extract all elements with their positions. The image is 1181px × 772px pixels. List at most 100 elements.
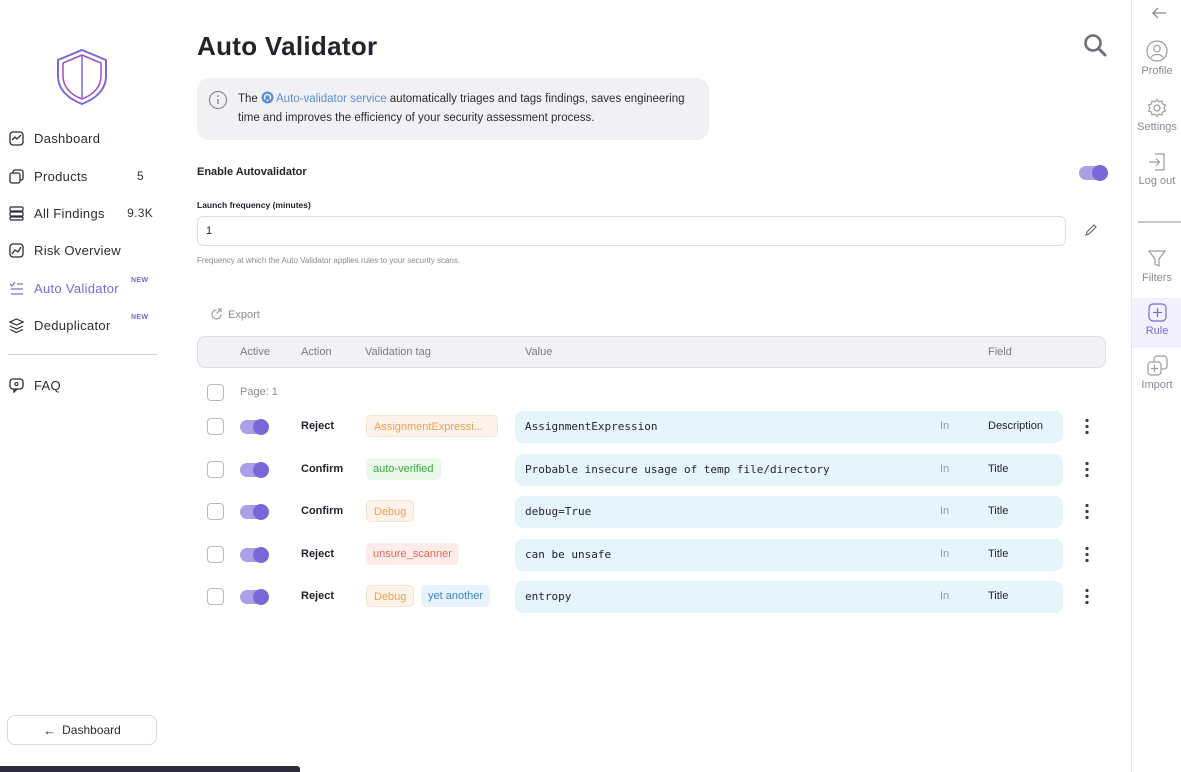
more-options-icon[interactable] <box>1081 418 1093 435</box>
export-icon <box>211 308 222 320</box>
sidebar-divider <box>8 354 157 355</box>
row-checkbox[interactable] <box>207 418 224 435</box>
rail-filters[interactable]: Filters <box>1132 249 1181 284</box>
sidebar-item-all-findings[interactable]: All Findings 9.3K <box>8 201 158 225</box>
rule-operator: In <box>940 463 950 475</box>
rail-import[interactable]: Import <box>1132 355 1181 391</box>
products-count: 5 <box>137 169 144 183</box>
enable-autovalidator-label: Enable Autovalidator <box>197 166 307 178</box>
back-to-dashboard-button[interactable]: ← Dashboard <box>7 715 157 745</box>
table-row[interactable]: Reject Debug yet another entropy In Titl… <box>197 580 1106 614</box>
arrow-left-icon: ← <box>43 722 57 738</box>
toggle-knob <box>1092 165 1108 181</box>
more-options-icon[interactable] <box>1081 546 1093 563</box>
validation-tag: Debug <box>366 500 415 522</box>
more-options-icon[interactable] <box>1081 503 1093 520</box>
rail-item-label: Profile <box>1141 65 1173 77</box>
shield-logo-icon <box>57 48 107 106</box>
findings-icon <box>8 205 24 221</box>
more-options-icon[interactable] <box>1081 588 1093 605</box>
table-row[interactable]: Confirm Debug debug=True In Title <box>197 495 1106 529</box>
rail-add-rule[interactable]: Rule <box>1132 298 1181 348</box>
row-checkbox[interactable] <box>207 546 224 563</box>
page-title: Auto Validator <box>197 31 378 61</box>
sidebar-item-dashboard[interactable]: Dashboard <box>8 126 158 150</box>
row-checkbox[interactable] <box>207 461 224 478</box>
sidebar-item-auto-validator[interactable]: Auto Validator NEW <box>8 276 158 300</box>
sidebar: Dashboard Products 5 All Findings 9.3K R… <box>0 0 300 772</box>
column-header-validation-tag[interactable]: Validation tag <box>365 346 431 358</box>
rail-item-label: Settings <box>1137 121 1177 133</box>
rail-settings[interactable]: Settings <box>1132 98 1181 133</box>
pencil-icon[interactable] <box>1084 223 1098 237</box>
launch-frequency-input[interactable]: 1 <box>197 216 1066 246</box>
launch-frequency-label: Launch frequency (minutes) <box>197 200 311 210</box>
enable-autovalidator-toggle[interactable] <box>1079 165 1108 181</box>
row-active-toggle[interactable] <box>240 419 269 435</box>
rail-item-label: Rule <box>1145 325 1169 337</box>
rule-operator: In <box>940 420 950 432</box>
rule-field: Title <box>988 505 1009 517</box>
sidebar-item-label: All Findings <box>34 205 105 221</box>
table-header: Active Action Validation tag Value Field <box>197 336 1106 368</box>
export-button[interactable]: Export <box>210 308 260 321</box>
rule-value-box: AssignmentExpression In Description <box>515 411 1063 443</box>
logout-icon <box>1149 153 1165 171</box>
row-active-toggle[interactable] <box>240 547 269 563</box>
auto-validator-icon <box>8 280 24 296</box>
rule-operator: In <box>940 590 950 602</box>
rule-field: Title <box>988 548 1009 560</box>
bottom-progress-bar <box>0 766 300 772</box>
row-active-toggle[interactable] <box>240 462 269 478</box>
validation-tag: Debug <box>366 585 415 607</box>
rail-item-label: Filters <box>1142 272 1172 284</box>
sidebar-item-deduplicator[interactable]: Deduplicator NEW <box>8 313 158 337</box>
column-header-action[interactable]: Action <box>301 346 332 358</box>
row-active-toggle[interactable] <box>240 589 269 605</box>
rule-field: Description <box>988 420 1044 432</box>
back-button-label: Dashboard <box>62 723 121 737</box>
column-header-active[interactable]: Active <box>240 346 270 358</box>
rule-value: AssignmentExpression <box>525 420 658 433</box>
info-text: The Auto-validator service automatically… <box>238 90 700 128</box>
sidebar-item-risk-overview[interactable]: Risk Overview <box>8 238 158 262</box>
table-row[interactable]: Reject unsure_scanner can be unsafe In T… <box>197 538 1106 572</box>
sidebar-item-label: Risk Overview <box>34 242 121 258</box>
row-action: Reject <box>301 548 335 560</box>
right-rail: Profile Settings Log out Filters Rule Im… <box>1131 0 1181 772</box>
table-row[interactable]: Confirm auto-verified Probable insecure … <box>197 453 1106 487</box>
sidebar-item-label: Auto Validator <box>34 280 119 296</box>
row-action: Confirm <box>301 505 344 517</box>
row-checkbox[interactable] <box>207 588 224 605</box>
row-active-toggle[interactable] <box>240 504 269 520</box>
rule-value-box: entropy In Title <box>515 581 1063 613</box>
rail-item-label: Import <box>1141 379 1173 391</box>
info-prefix: The <box>238 93 262 105</box>
import-icon <box>1146 355 1168 376</box>
arrow-left-icon[interactable] <box>1151 6 1167 20</box>
rail-logout[interactable]: Log out <box>1132 152 1181 187</box>
search-icon[interactable] <box>1083 33 1107 57</box>
column-header-value[interactable]: Value <box>525 346 552 358</box>
select-all-checkbox[interactable] <box>207 384 224 401</box>
rule-value: entropy <box>525 590 572 603</box>
page-label: Page: 1 <box>240 386 278 398</box>
sidebar-item-label: Products <box>34 168 88 184</box>
auto-validator-service-link[interactable]: Auto-validator service <box>276 93 387 105</box>
column-header-field[interactable]: Field <box>988 346 1012 358</box>
row-checkbox[interactable] <box>207 503 224 520</box>
deduplicator-icon <box>8 317 24 333</box>
rule-value-box: can be unsafe In Title <box>515 539 1063 571</box>
info-banner: The Auto-validator service automatically… <box>197 78 709 140</box>
rule-value-box: debug=True In Title <box>515 496 1063 528</box>
table-row[interactable]: Reject AssignmentExpressi... AssignmentE… <box>197 410 1106 444</box>
sidebar-item-products[interactable]: Products 5 <box>8 164 158 188</box>
sidebar-item-faq[interactable]: FAQ <box>8 373 158 397</box>
sidebar-item-label: Dashboard <box>34 130 101 146</box>
rule-value-box: Probable insecure usage of temp file/dir… <box>515 454 1063 486</box>
risk-overview-icon <box>8 242 24 258</box>
more-options-icon[interactable] <box>1081 461 1093 478</box>
toggle-knob <box>253 462 269 478</box>
rail-profile[interactable]: Profile <box>1132 40 1181 77</box>
new-badge: NEW <box>131 277 149 284</box>
